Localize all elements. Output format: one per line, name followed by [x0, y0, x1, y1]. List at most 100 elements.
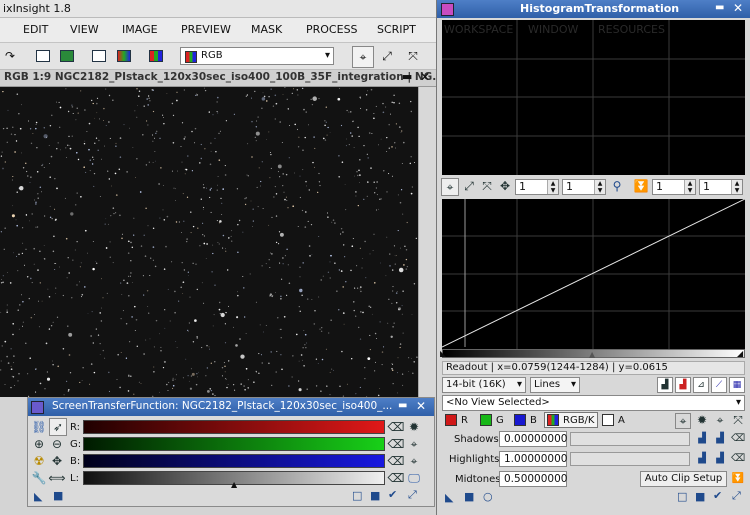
ht-shadows-clip-icon[interactable]: ▟ [713, 431, 727, 445]
scroll-icon[interactable]: ✥ [49, 453, 65, 469]
ht-graph-style-select[interactable]: Lines [530, 377, 580, 393]
ht-v-zoom2-spinner-icon[interactable]: ▲ ▼ [731, 180, 742, 194]
zoom-in-icon[interactable]: ⊕ [31, 436, 47, 452]
ht-curve-mode-icon[interactable]: ⟋ [711, 377, 727, 393]
pan-mode-button[interactable]: ⌖ [352, 46, 374, 68]
ht-zoom-range-icon[interactable]: ⤧ [479, 178, 495, 194]
stf-green-reset-icon[interactable]: ⌫ [388, 436, 405, 452]
stf-reset-icon[interactable]: ■ [370, 489, 380, 502]
ht-midtones-slider-icon[interactable]: ▲ [589, 350, 595, 359]
ht-output-histogram[interactable] [442, 199, 745, 349]
image-close-icon[interactable]: ✕ [420, 70, 430, 84]
ht-h-zoom2-input[interactable]: 1 ▲ ▼ [652, 179, 696, 195]
ht-apply-global-icon[interactable]: ■ [464, 490, 474, 503]
ht-auto-clip-setup-button[interactable]: Auto Clip Setup [640, 471, 727, 487]
menu-view[interactable]: VIEW [70, 23, 99, 36]
menu-preview[interactable]: PREVIEW [181, 23, 231, 36]
new-image-button[interactable] [58, 47, 76, 65]
ht-square-icon[interactable]: □ [677, 490, 687, 503]
image-minimize-icon[interactable]: ▬ [402, 70, 412, 83]
ht-highlights-slider-icon[interactable]: ◢ [737, 349, 743, 358]
ht-histogram-mode-1-icon[interactable]: ▟ [657, 377, 673, 393]
menu-script[interactable]: SCRIPT [377, 23, 416, 36]
stf-square-icon[interactable]: □ [352, 489, 362, 502]
ht-chevron-down-icon[interactable]: ⏬ [633, 178, 649, 194]
stf-lum-midtones-marker-icon[interactable]: ▲ [231, 480, 237, 489]
zoom-out-icon[interactable]: ⊖ [49, 436, 65, 452]
ht-apply-icon[interactable]: ✔ [713, 489, 722, 502]
ht-shadows-field[interactable]: 0.00000000 [499, 431, 567, 447]
ht-close-icon[interactable]: ✕ [733, 1, 743, 15]
ht-histogram-mode-2-icon[interactable]: ▟ [675, 377, 691, 393]
ht-channel-r[interactable]: R [445, 414, 468, 426]
ht-grid-icon[interactable]: ▦ [729, 377, 745, 393]
new-preview-button[interactable] [34, 47, 52, 65]
ht-shrink-icon[interactable]: ⤧ [731, 413, 745, 427]
rgb-channels-button[interactable] [115, 47, 133, 65]
edit-mode-icon[interactable]: ➶ [49, 418, 67, 436]
ht-highlights-reset-icon[interactable]: ⌫ [731, 451, 745, 465]
menu-mask[interactable]: MASK [251, 23, 282, 36]
stf-expand-icon[interactable]: ⤢ [408, 488, 417, 502]
ht-zoom-icon[interactable]: ⚲ [609, 178, 625, 194]
menu-process[interactable]: PROCESS [306, 23, 358, 36]
ht-reset-icon[interactable]: ■ [695, 490, 705, 503]
ht-v-zoom-input[interactable]: 1 ▲ ▼ [562, 179, 606, 195]
ht-channel-a[interactable]: A [602, 414, 625, 426]
stf-blue-crosshair-icon[interactable]: ⌖ [406, 453, 422, 469]
stf-blue-reset-icon[interactable]: ⌫ [388, 453, 405, 469]
ht-title-bar[interactable]: HistogramTransformation ▬ ✕ [437, 0, 750, 18]
ht-shadows-slider-icon[interactable]: ◣ [440, 349, 446, 358]
ht-fit-icon[interactable]: ⤢ [461, 178, 477, 194]
ht-expand-icon[interactable]: ⤢ [732, 489, 741, 503]
stf-minimize-icon[interactable]: ▬ [398, 400, 407, 411]
stf-green-crosshair-icon[interactable]: ⌖ [406, 436, 422, 452]
redo-button[interactable]: ↷ [1, 47, 19, 65]
stf-red-bar[interactable] [83, 420, 385, 434]
radiation-icon[interactable]: ☢ [31, 453, 47, 469]
star-field-image[interactable] [0, 87, 418, 397]
wrench-icon[interactable]: 🔧 [31, 470, 47, 486]
menu-image[interactable]: IMAGE [122, 23, 158, 36]
ht-expand-down-icon[interactable]: ⏬ [731, 471, 745, 485]
ht-edit-icon[interactable]: ⌖ [441, 178, 459, 196]
stf-title-bar[interactable]: ScreenTransferFunction: NGC2182_PIstack_… [28, 398, 434, 416]
ht-v-zoom2-input[interactable]: 1 ▲ ▼ [699, 179, 743, 195]
stf-new-instance-icon[interactable]: ◣ [34, 490, 42, 503]
stf-apply-global-icon[interactable]: ■ [53, 489, 63, 502]
ht-view-select[interactable]: <No View Selected> [442, 395, 745, 411]
ht-shadows-slider[interactable] [570, 432, 690, 446]
ht-shadows-reset-icon[interactable]: ⌫ [731, 431, 745, 445]
stf-monitor-icon[interactable]: 🖵 [406, 470, 422, 486]
ht-real-time-preview-icon[interactable]: ○ [483, 490, 493, 503]
ht-highlights-clip-icon[interactable]: ▟ [713, 451, 727, 465]
ht-move-icon[interactable]: ⌖ [713, 413, 727, 427]
ht-v-zoom-spinner-icon[interactable]: ▲ ▼ [594, 180, 605, 194]
ht-h-zoom2-spinner-icon[interactable]: ▲ ▼ [684, 180, 695, 194]
fit-view-button[interactable]: ⤢ [378, 47, 396, 65]
stf-apply-icon[interactable]: ✔ [388, 488, 397, 501]
ht-gear-icon[interactable]: ✹ [695, 413, 709, 427]
stf-close-icon[interactable]: ✕ [416, 399, 426, 413]
ht-h-zoom-input[interactable]: 1 ▲ ▼ [515, 179, 559, 195]
horizontal-arrows-icon[interactable]: ⟺ [48, 470, 65, 486]
ht-shadows-auto-icon[interactable]: ▟ [695, 431, 709, 445]
stf-lum-reset-icon[interactable]: ⌫ [388, 470, 405, 486]
ht-pan-icon[interactable]: ✥ [497, 178, 513, 194]
zoom-fit-button[interactable]: ⤧ [404, 47, 422, 65]
ht-new-instance-icon[interactable]: ◣ [445, 491, 453, 504]
stf-blue-bar[interactable] [83, 454, 385, 468]
ht-channel-rgbk[interactable]: RGB/K [544, 412, 599, 428]
ht-resolution-select[interactable]: 14-bit (16K) [442, 377, 526, 393]
ht-highlights-auto-icon[interactable]: ▟ [695, 451, 709, 465]
image-vertical-scrollbar[interactable] [418, 87, 437, 397]
image-window-title-bar[interactable]: RGB 1:9 NGC2182_PIstack_120x30sec_iso400… [0, 70, 444, 87]
channel-select[interactable]: RGB [180, 47, 334, 65]
ht-channel-b[interactable]: B [514, 414, 537, 426]
ht-crosshair-icon[interactable]: ⌖ [675, 413, 691, 429]
stf-red-gear-icon[interactable]: ✹ [406, 419, 422, 435]
link-channels-icon[interactable]: ⛓ [31, 419, 47, 435]
ht-highlights-slider[interactable] [570, 452, 690, 466]
ht-midtones-field[interactable]: 0.50000000 [499, 471, 567, 487]
stf-green-bar[interactable] [83, 437, 385, 451]
